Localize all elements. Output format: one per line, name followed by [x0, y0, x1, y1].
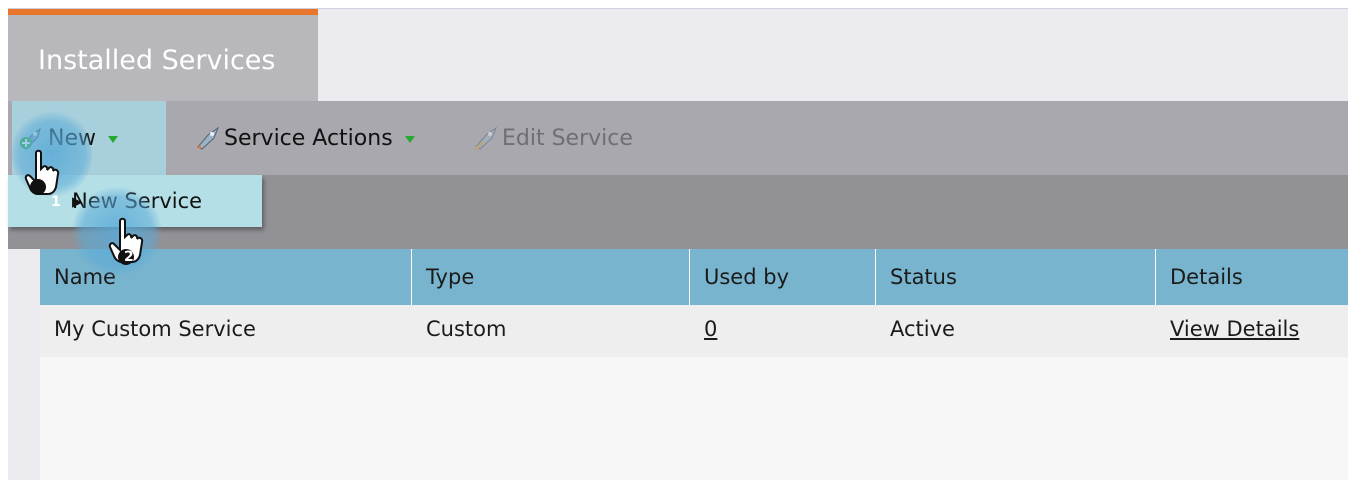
table-header: Name Type Used by Status Details — [40, 249, 1348, 305]
cell-name: My Custom Service — [54, 317, 256, 341]
rocket-icon — [197, 126, 220, 150]
view-details-link[interactable]: View Details — [1170, 317, 1299, 341]
table-row[interactable]: My Custom Service Custom 0 Active View D… — [40, 305, 1348, 357]
column-header-status[interactable]: Status — [876, 249, 1156, 305]
service-actions-label: Service Actions — [224, 125, 393, 151]
column-header-details[interactable]: Details — [1156, 249, 1348, 305]
cell-type: Custom — [426, 317, 507, 341]
step-number-1: 1 — [51, 194, 61, 210]
toolbar: New Service Actions Edit Service — [8, 101, 1348, 175]
used-by-link[interactable]: 0 — [704, 317, 717, 341]
tab-installed-services[interactable]: Installed Services — [8, 9, 318, 101]
hand-cursor-icon — [24, 149, 60, 195]
step-number-2: 2 — [124, 249, 134, 265]
column-header-used-by[interactable]: Used by — [690, 249, 876, 305]
services-table: Name Type Used by Status Details My Cust… — [40, 249, 1348, 480]
table-empty-area — [40, 357, 1348, 480]
cell-status: Active — [890, 317, 955, 341]
edit-service-label: Edit Service — [502, 125, 633, 151]
service-actions-button[interactable]: Service Actions — [194, 121, 415, 155]
app-frame: Installed Services New Ser — [8, 8, 1348, 480]
column-header-type[interactable]: Type — [412, 249, 690, 305]
tab-label: Installed Services — [38, 45, 276, 76]
chevron-down-icon — [108, 135, 118, 143]
edit-service-button[interactable]: Edit Service — [472, 121, 633, 155]
rocket-edit-icon — [474, 126, 498, 151]
chevron-down-icon — [404, 135, 415, 143]
